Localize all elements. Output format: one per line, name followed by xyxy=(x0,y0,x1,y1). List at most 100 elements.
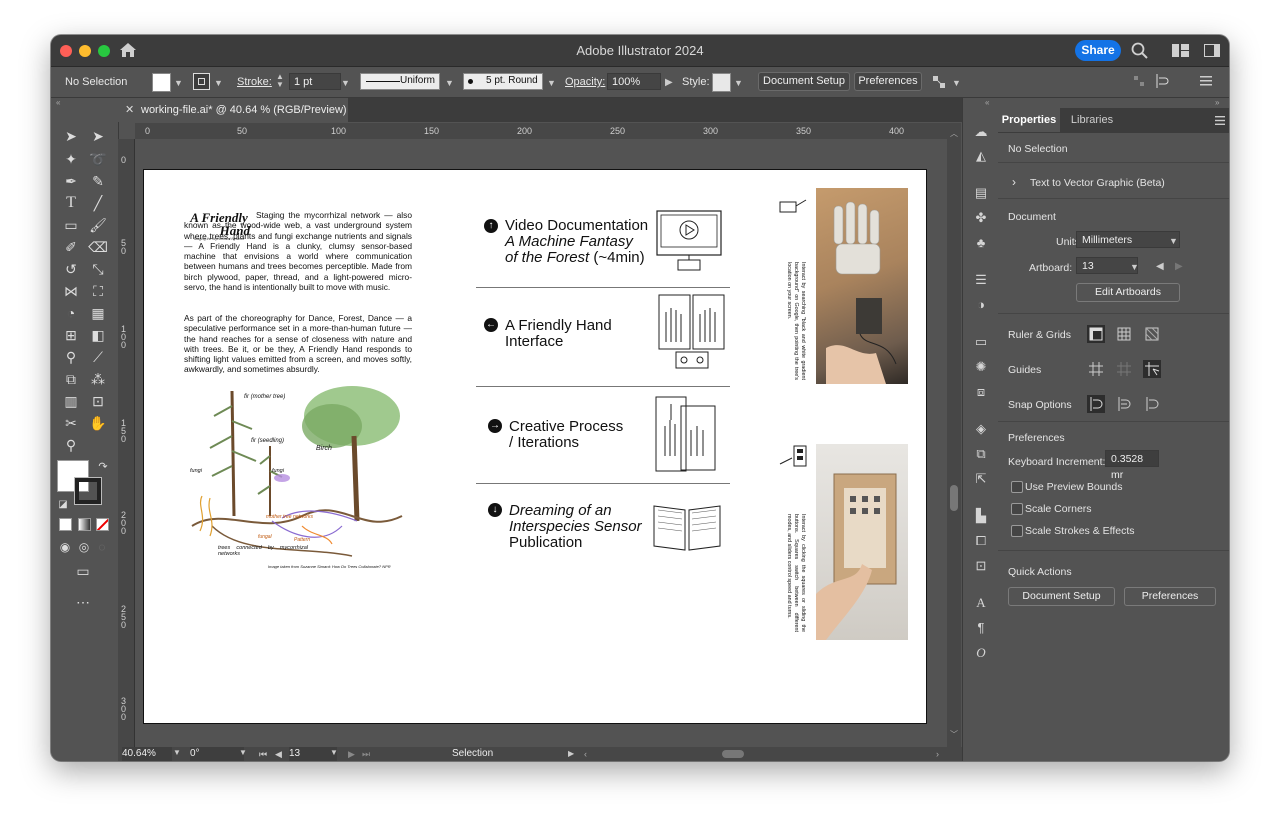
chevron-right-icon[interactable]: › xyxy=(936,747,939,761)
gradient-mode-icon[interactable] xyxy=(78,518,91,531)
expand-panels-icon[interactable]: » xyxy=(1215,98,1219,107)
previous-artboard-icon[interactable]: ◀ xyxy=(1156,261,1164,272)
text-to-vector-item[interactable]: Text to Vector Graphic (Beta) xyxy=(1030,177,1165,189)
chevron-down-icon[interactable]: ﹀ xyxy=(950,729,958,740)
next-artboard-icon[interactable]: ▶ xyxy=(1175,261,1183,272)
menu-icon[interactable] xyxy=(1200,76,1212,86)
transparency-icon[interactable]: ⧈ xyxy=(972,384,990,400)
width-tool-icon[interactable]: ⋈ xyxy=(61,281,81,301)
brush-definition[interactable]: 5 pt. Round xyxy=(463,73,543,90)
paragraph-icon[interactable]: ¶ xyxy=(972,620,990,636)
zoom-field[interactable]: 40.64% xyxy=(122,747,172,761)
chevron-down-icon[interactable]: ▼ xyxy=(1130,262,1139,272)
more-tools-icon[interactable]: ⋯ xyxy=(73,592,93,612)
edit-artboards-button[interactable]: Edit Artboards xyxy=(1076,283,1180,302)
pathfinder-icon[interactable]: ⧠ xyxy=(972,533,990,549)
artboard-select[interactable]: 13 xyxy=(1076,257,1138,274)
graph-tool-icon[interactable]: ▥ xyxy=(61,391,81,411)
opentype-icon[interactable]: O xyxy=(972,645,990,661)
none-mode-icon[interactable] xyxy=(96,518,109,531)
section-title[interactable]: Creative Process xyxy=(509,419,623,435)
stroke-weight-field[interactable]: 1 pt xyxy=(289,73,341,90)
layers-stack-icon[interactable]: ◭ xyxy=(972,148,990,164)
export-icon[interactable]: ⇱ xyxy=(972,471,990,487)
selection-tool-icon[interactable]: ➤ xyxy=(61,126,81,146)
share-button[interactable]: Share xyxy=(1075,40,1121,61)
chevron-up-icon[interactable]: ︿ xyxy=(950,128,958,139)
tab-libraries[interactable]: Libraries xyxy=(1064,108,1120,132)
search-icon[interactable] xyxy=(1131,42,1148,59)
shape-builder-tool-icon[interactable]: ◔ xyxy=(61,303,81,323)
last-artboard-icon[interactable]: ⏭ xyxy=(362,747,370,761)
type-tool-icon[interactable]: T xyxy=(61,193,81,213)
transform-panel-icon[interactable]: ⊡ xyxy=(972,558,990,574)
chevron-down-icon[interactable]: ▼ xyxy=(239,748,247,757)
screen-mode-icon[interactable]: ▭ xyxy=(73,561,93,581)
section-title[interactable]: Video Documentation xyxy=(505,218,648,234)
chevron-right-icon[interactable]: ▶ xyxy=(665,77,673,88)
panel-layout-icon[interactable] xyxy=(1204,44,1220,57)
document-tab[interactable]: ✕ working-file.ai* @ 40.64 % (RGB/Previe… xyxy=(118,98,348,122)
libraries-icon[interactable]: ▤ xyxy=(972,185,990,201)
use-preview-bounds-checkbox[interactable] xyxy=(1011,481,1023,493)
scale-strokes-checkbox[interactable] xyxy=(1011,525,1023,537)
chevron-down-icon[interactable]: ▼ xyxy=(952,78,961,88)
layers-icon[interactable]: ◈ xyxy=(972,421,990,437)
preferences-button[interactable]: Preferences xyxy=(854,72,922,91)
draw-behind-icon[interactable]: ◎ xyxy=(74,537,94,557)
variable-width-profile[interactable]: Uniform xyxy=(360,73,440,90)
snap-icon[interactable] xyxy=(1155,74,1169,88)
align-panel-icon[interactable]: ▙ xyxy=(972,508,990,524)
chevron-down-icon[interactable]: ▼ xyxy=(341,78,350,88)
gradient-panel-icon[interactable]: ▭ xyxy=(972,334,990,350)
artboards-panel-icon[interactable]: ⧉ xyxy=(972,446,990,462)
stroke-swatch-large[interactable] xyxy=(74,477,102,505)
snap-to-glyph-icon[interactable] xyxy=(1143,395,1161,413)
color-panel-icon[interactable]: ✺ xyxy=(972,359,990,375)
symbol-sprayer-tool-icon[interactable]: ⁂ xyxy=(88,369,108,389)
chevron-right-icon[interactable]: ▶ xyxy=(568,747,574,761)
arrow-left-icon[interactable]: ← xyxy=(484,318,498,332)
chevron-down-icon[interactable]: ▼ xyxy=(214,78,223,88)
stroke-stepper[interactable]: ▲ ▼ xyxy=(276,73,284,89)
rotation-field[interactable]: 0° xyxy=(190,747,244,761)
quick-preferences-button[interactable]: Preferences xyxy=(1124,587,1216,606)
ruler-icon[interactable] xyxy=(1087,325,1105,343)
chevron-down-icon[interactable]: ▼ xyxy=(173,748,181,757)
default-fill-stroke-icon[interactable]: ◪ xyxy=(53,495,73,515)
eyedropper-tool-icon[interactable]: ⚲ xyxy=(61,347,81,367)
units-select[interactable]: Millimeters xyxy=(1076,231,1180,248)
workspace-switcher-icon[interactable] xyxy=(1172,44,1189,57)
brushes-icon[interactable]: ✤ xyxy=(972,210,990,226)
artboard-tool-icon[interactable]: ⊡ xyxy=(88,391,108,411)
lock-guides-icon[interactable] xyxy=(1115,360,1133,378)
eraser-tool-icon[interactable]: ⌫ xyxy=(88,237,108,257)
shaper-tool-icon[interactable]: ✐ xyxy=(61,237,81,257)
vertical-scrollbar[interactable]: ︿ ﹀ xyxy=(947,123,961,747)
document-setup-button[interactable]: Document Setup xyxy=(758,72,850,91)
chevron-down-icon[interactable]: ▼ xyxy=(174,78,183,88)
keyboard-increment-field[interactable]: 0.3528 mr xyxy=(1105,450,1159,481)
horizontal-scroll-thumb[interactable] xyxy=(722,750,744,758)
blend-tool-icon[interactable]: ⧉ xyxy=(61,369,81,389)
rotate-tool-icon[interactable]: ↺ xyxy=(61,259,81,279)
arrow-down-icon[interactable]: ↓ xyxy=(488,503,502,517)
opacity-label[interactable]: Opacity: xyxy=(565,73,605,91)
pen-tool-icon[interactable]: ✒ xyxy=(61,171,81,191)
properties-panel-icon[interactable]: ☁ xyxy=(972,124,990,140)
arrange-documents-icon[interactable] xyxy=(932,75,946,89)
direct-selection-tool-icon[interactable]: ➤ xyxy=(88,126,108,146)
previous-artboard-icon[interactable]: ◀ xyxy=(275,747,282,761)
gradient-tool-icon[interactable]: ◧ xyxy=(88,325,108,345)
transparency-grid-icon[interactable] xyxy=(1143,325,1161,343)
tab-properties[interactable]: Properties xyxy=(998,108,1060,132)
scale-tool-icon[interactable]: ⤡ xyxy=(88,259,108,279)
opacity-field[interactable]: 100% xyxy=(607,73,661,90)
chevron-down-icon[interactable]: ▼ xyxy=(1169,236,1178,246)
arrow-up-icon[interactable]: ↑ xyxy=(484,219,498,233)
panel-menu-icon[interactable] xyxy=(1215,116,1225,125)
rectangle-tool-icon[interactable]: ▭ xyxy=(61,215,81,235)
color-mode-icon[interactable] xyxy=(59,518,72,531)
curvature-tool-icon[interactable]: ✎ xyxy=(88,171,108,191)
collapse-panels-icon[interactable]: « xyxy=(985,98,989,107)
